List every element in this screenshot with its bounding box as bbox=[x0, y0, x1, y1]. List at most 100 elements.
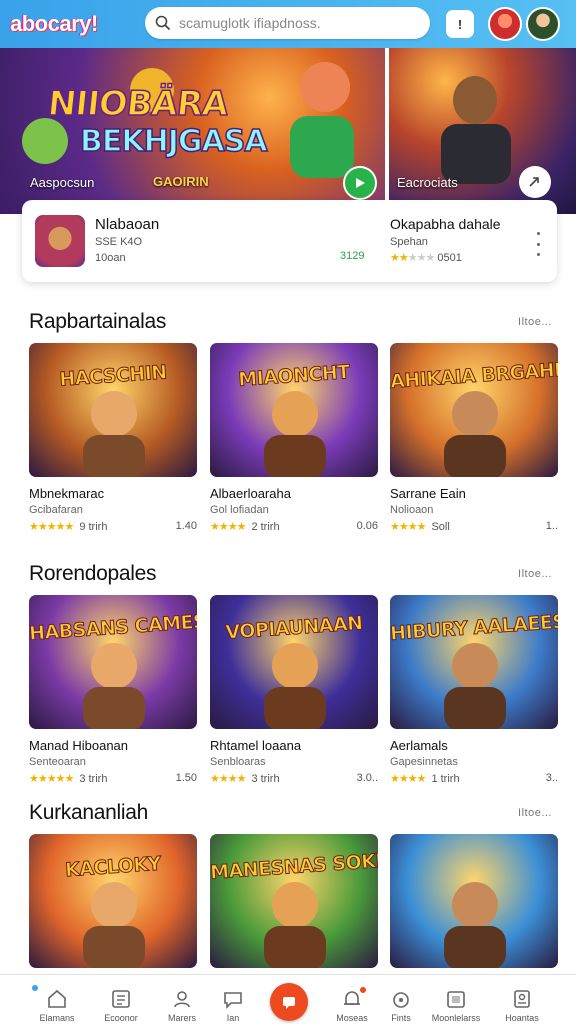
game-meta: 10oan bbox=[95, 252, 126, 264]
rating-text: 1 trirh bbox=[431, 773, 460, 785]
avatar[interactable] bbox=[488, 7, 522, 41]
share-button[interactable] bbox=[519, 166, 551, 198]
list-icon bbox=[112, 990, 130, 1008]
character-body-image bbox=[83, 435, 145, 477]
rating-text: 3 trirh bbox=[251, 773, 280, 785]
game-thumbnail[interactable]: AHIKAIA BRGAHE bbox=[390, 343, 558, 477]
character-body-image bbox=[264, 926, 326, 968]
thumbnail-title: VOPIAUNAAN bbox=[224, 612, 364, 645]
app-logo[interactable]: abocary! bbox=[10, 11, 128, 37]
character-image bbox=[452, 882, 498, 928]
thumbnail-title: KACLOKY bbox=[64, 852, 162, 882]
nav-games[interactable]: Fints bbox=[375, 975, 427, 1024]
download-count: 3.0.. bbox=[356, 772, 378, 784]
center-action-button[interactable] bbox=[270, 983, 308, 1021]
game-card[interactable]: VOPIAUNAAN Rhtamel loaana Senbloaras ★★★★ 3 … bbox=[210, 595, 378, 790]
nav-home[interactable]: Elamans bbox=[31, 975, 83, 1024]
thumbnail-title: HABSANS CAMES bbox=[29, 610, 197, 645]
game-card[interactable]: MIAONCHT Albaerloaraha Gol lofiadan ★★★★ 2 t… bbox=[210, 343, 378, 538]
avatar[interactable] bbox=[526, 7, 560, 41]
app-root: abocary! ! NIIOBÄRA BEKHJGASA Aaspocsun … bbox=[0, 0, 576, 1024]
game-card[interactable]: HIBURY AALAEES Aerlamals Gapesinnetas ★★★★ 1… bbox=[390, 595, 558, 790]
nav-list[interactable]: Ecoonor bbox=[95, 975, 147, 1024]
game-thumbnail[interactable]: VOPIAUNAAN bbox=[210, 595, 378, 729]
player-count: 3129 bbox=[340, 250, 365, 262]
section-2: Kurkananliah Iltoe... KACLOKY MANESNAS SOKI… bbox=[0, 801, 576, 968]
hero-side-banner[interactable]: Eacrociats bbox=[389, 48, 576, 214]
game-category: Gol lofiadan bbox=[210, 504, 269, 516]
rating-count: 0501 bbox=[437, 252, 462, 264]
rating: ★★★★ 3 trirh bbox=[210, 772, 280, 785]
star-rating-icon: ★★★★★ bbox=[29, 773, 74, 785]
boy-character-image bbox=[22, 118, 68, 164]
game-card[interactable]: AHIKAIA BRGAHE Sarrane Eain Nolioaon ★★★★ So… bbox=[390, 343, 558, 538]
nav-profile[interactable]: Hoantas bbox=[496, 975, 548, 1024]
store-icon bbox=[447, 991, 465, 1008]
game-icon bbox=[393, 992, 409, 1008]
game-thumbnail[interactable]: KACLOKY bbox=[29, 834, 197, 968]
game-thumbnail[interactable]: HIBURY AALAEES bbox=[390, 595, 558, 729]
game-thumbnail[interactable]: HABSANS CAMES bbox=[29, 595, 197, 729]
featured-info-card[interactable]: Nlabaoan SSE K4O 10oan 3129 Okapabha dah… bbox=[22, 200, 557, 282]
hero-subtitle: BEKHJGASA bbox=[79, 123, 268, 160]
game-category: Senbloaras bbox=[210, 756, 266, 768]
nav-label: Ecoonor bbox=[104, 1013, 138, 1023]
notification-button[interactable]: ! bbox=[446, 10, 474, 38]
download-count: 1.40 bbox=[175, 520, 197, 532]
search-input[interactable] bbox=[179, 15, 419, 31]
star-rating-icon: ★★★★ bbox=[390, 773, 426, 785]
girl-character-image bbox=[300, 62, 350, 112]
character-image bbox=[272, 882, 318, 928]
nav-label: Ian bbox=[226, 1013, 240, 1023]
see-more-link[interactable]: Iltoe... bbox=[518, 568, 552, 580]
game-card[interactable]: HACSCHIN Mbnekmarac Gcibafaran ★★★★★ 9 trirh… bbox=[29, 343, 197, 538]
chat-icon bbox=[224, 992, 242, 1009]
game-title: Albaerloaraha bbox=[210, 486, 291, 501]
nav-alerts[interactable]: Moseas bbox=[326, 975, 378, 1024]
hero-carousel[interactable]: NIIOBÄRA BEKHJGASA Aaspocsun GAOIRIN Eac… bbox=[0, 48, 576, 214]
game-thumbnail[interactable] bbox=[35, 215, 85, 267]
game-thumbnail[interactable] bbox=[390, 834, 558, 968]
nav-label: Marers bbox=[167, 1013, 196, 1023]
character-image bbox=[91, 643, 137, 689]
see-more-link[interactable]: Iltoe... bbox=[518, 316, 552, 328]
nav-chat[interactable]: Ian bbox=[207, 975, 259, 1024]
girl-body-image bbox=[290, 116, 354, 178]
more-options-icon[interactable] bbox=[533, 232, 543, 256]
search-icon bbox=[155, 15, 171, 31]
character-body-image bbox=[264, 435, 326, 477]
game-thumbnail[interactable]: MANESNAS SOKIOEL bbox=[210, 834, 378, 968]
hero-caption: Aaspocsun bbox=[30, 175, 95, 190]
download-count: 1.. bbox=[545, 520, 558, 532]
section-title: Rapbartainalas bbox=[29, 310, 167, 333]
guitarist-character-image bbox=[453, 76, 497, 124]
hero-main-banner[interactable]: NIIOBÄRA BEKHJGASA Aaspocsun GAOIRIN bbox=[0, 48, 385, 214]
nav-label: Moonlelarss bbox=[431, 1013, 481, 1023]
game-title: Manad Hiboanan bbox=[29, 738, 129, 753]
download-count: 3.. bbox=[545, 772, 558, 784]
game-thumbnail[interactable]: MIAONCHT bbox=[210, 343, 378, 477]
game-category: Nolioaon bbox=[390, 504, 434, 516]
bottom-nav: Elamans Ecoonor Marers Ian Moseas Fints bbox=[0, 974, 576, 1024]
home-icon bbox=[48, 989, 66, 1008]
star-rating-icon: ★★★★ bbox=[390, 521, 426, 533]
play-center-icon bbox=[283, 997, 295, 1009]
nav-store[interactable]: Moonlelarss bbox=[430, 975, 482, 1024]
see-more-link[interactable]: Iltoe... bbox=[518, 807, 552, 819]
character-body-image bbox=[444, 926, 506, 968]
game-category: Gcibafaran bbox=[29, 504, 83, 516]
game-category: Senteoaran bbox=[29, 756, 86, 768]
play-button[interactable] bbox=[343, 166, 377, 200]
character-body-image bbox=[444, 687, 506, 729]
character-body-image bbox=[83, 687, 145, 729]
character-body-image bbox=[444, 435, 506, 477]
game-category: Gapesinnetas bbox=[390, 756, 458, 768]
game-title: Nlabaoan bbox=[95, 216, 160, 233]
rating-text: 3 trirh bbox=[79, 773, 108, 785]
character-image bbox=[452, 391, 498, 437]
game-thumbnail[interactable]: HACSCHIN bbox=[29, 343, 197, 477]
search-bar[interactable] bbox=[145, 7, 430, 39]
game-card[interactable]: HABSANS CAMES Manad Hiboanan Senteoaran ★★★… bbox=[29, 595, 197, 790]
nav-users[interactable]: Marers bbox=[156, 975, 208, 1024]
hero-title: NIIOBÄRA bbox=[45, 83, 230, 125]
